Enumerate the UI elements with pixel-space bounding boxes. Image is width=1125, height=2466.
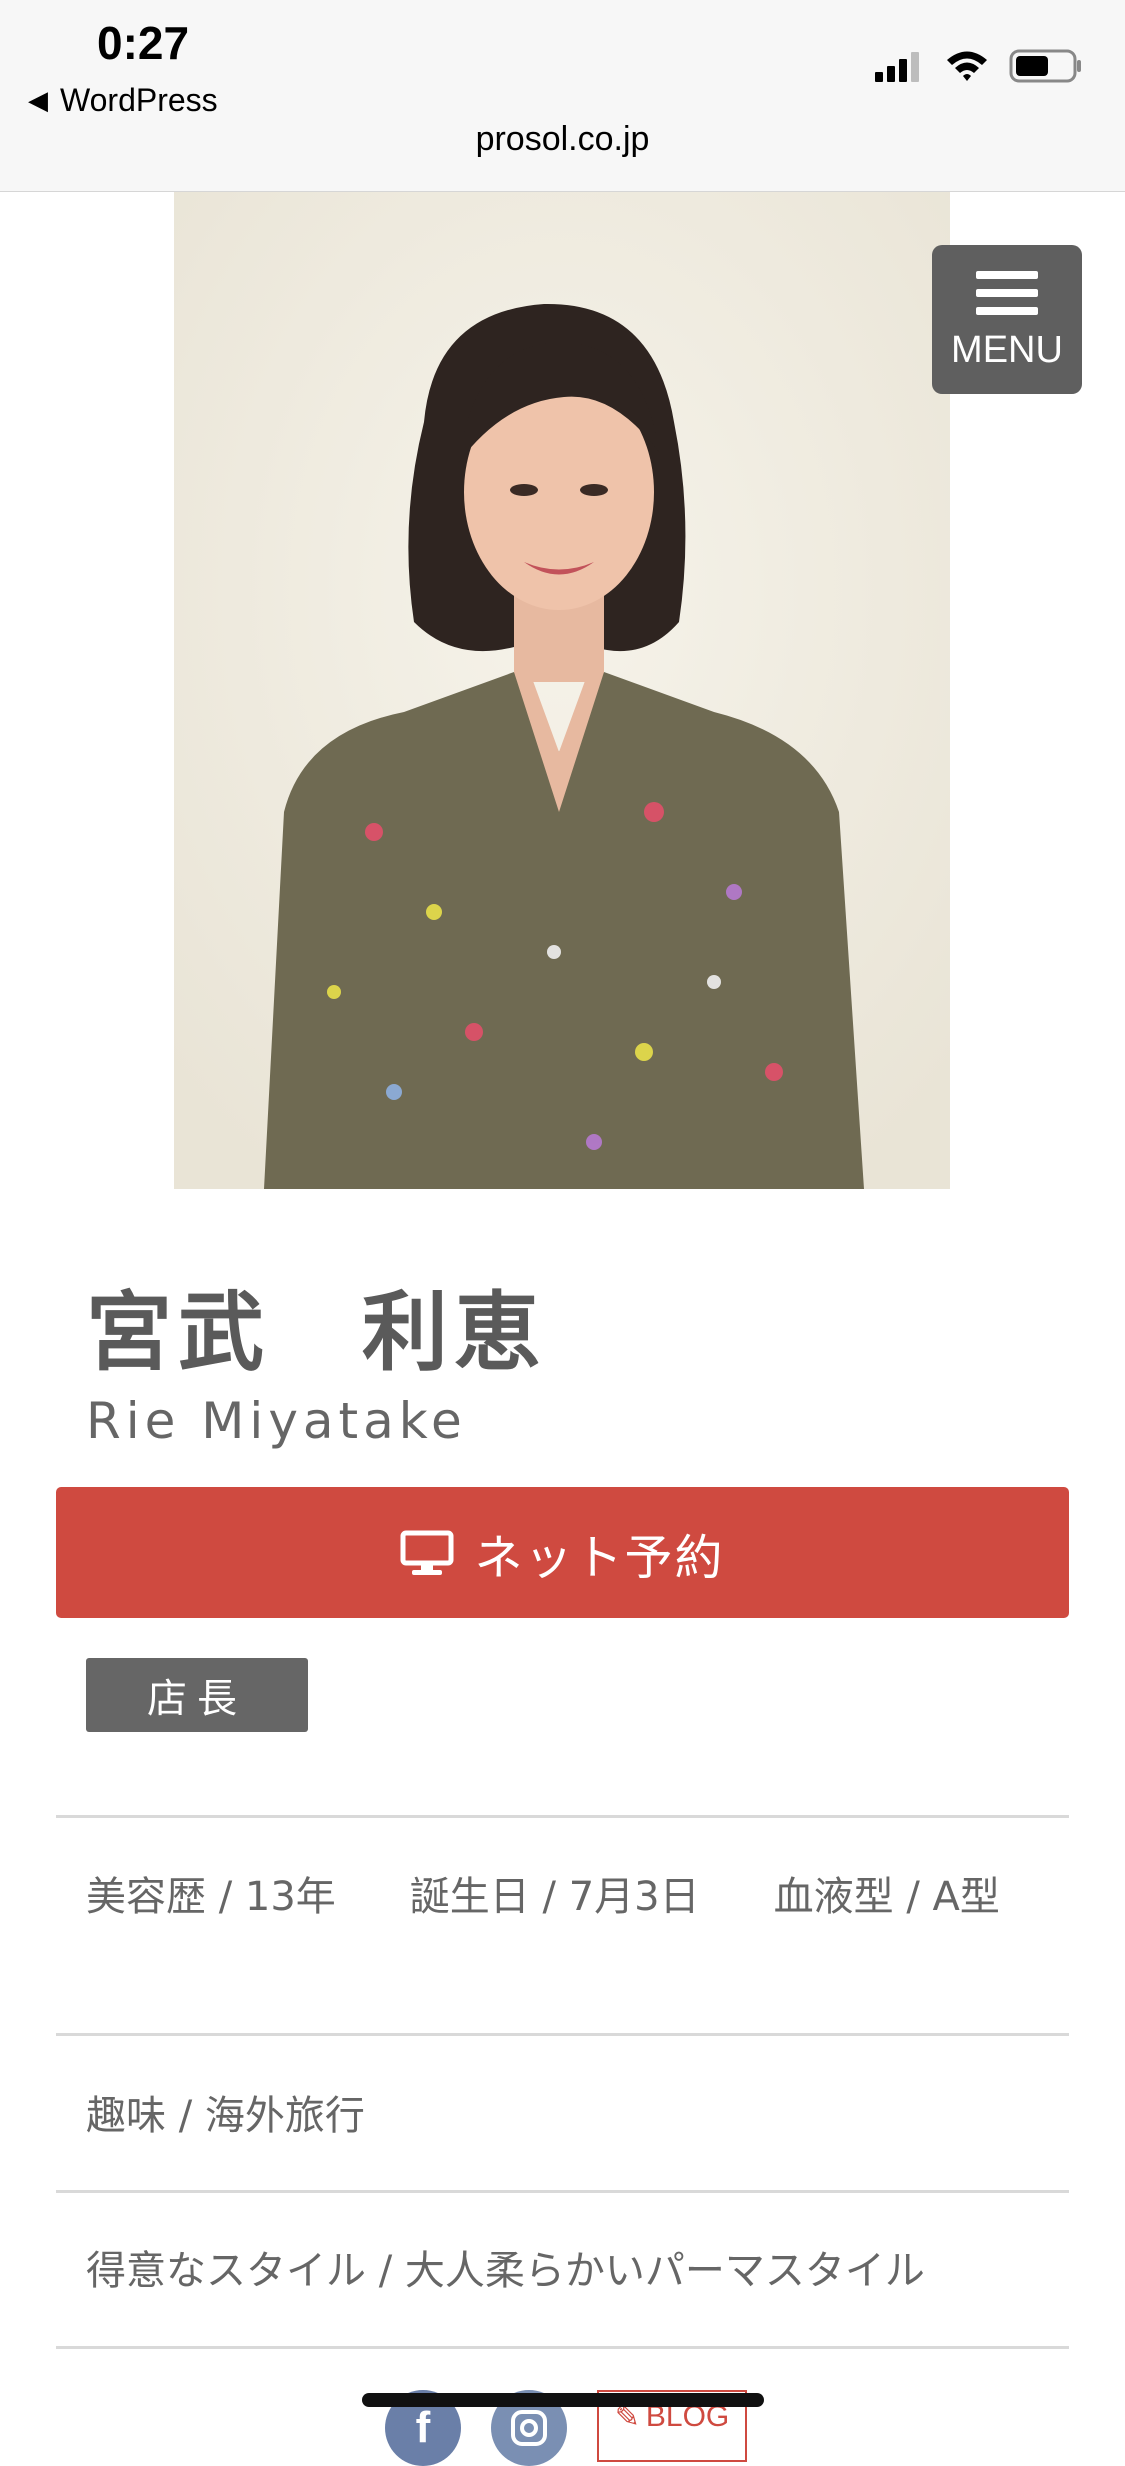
divider xyxy=(56,2033,1069,2036)
status-time: 0:27 xyxy=(97,17,190,69)
status-icons xyxy=(875,48,1083,84)
online-reservation-button[interactable]: ネット予約 xyxy=(56,1487,1069,1618)
back-app-label: WordPress xyxy=(60,82,218,118)
address-bar-url[interactable]: prosol.co.jp xyxy=(0,120,1125,159)
career-years: 美容歴 / 13年 xyxy=(86,1874,336,1920)
staff-photo xyxy=(174,192,950,1189)
back-to-app-link[interactable]: ◀ WordPress xyxy=(28,82,218,119)
profile-details: 美容歴 / 13年 誕生日 / 7月3日 血液型 / A型 xyxy=(86,1866,1066,1928)
position-badge: 店長 xyxy=(86,1658,308,1732)
blood-type: 血液型 / A型 xyxy=(773,1874,1000,1920)
divider xyxy=(56,2190,1069,2193)
staff-name-english: Rie Miyatake xyxy=(86,1392,467,1450)
hobby: 趣味 / 海外旅行 xyxy=(86,2093,365,2139)
battery-icon xyxy=(1009,49,1081,83)
divider xyxy=(56,1815,1069,1818)
menu-label: MENU xyxy=(951,329,1063,371)
monitor-icon xyxy=(400,1530,454,1575)
reservation-label: ネット予約 xyxy=(474,1529,725,1586)
divider xyxy=(56,2346,1069,2349)
staff-name-japanese: 宮武 利恵 xyxy=(86,1283,546,1383)
back-triangle-icon: ◀ xyxy=(28,85,48,115)
specialty-style: 得意なスタイル / 大人柔らかいパーマスタイル xyxy=(86,2248,925,2294)
wifi-icon xyxy=(947,51,987,81)
signal-icon xyxy=(875,52,919,82)
birthday: 誕生日 / 7月3日 xyxy=(409,1874,700,1920)
instagram-glyph-icon xyxy=(511,2410,547,2446)
staff-portrait-image xyxy=(174,192,950,1189)
hamburger-icon xyxy=(976,271,1038,315)
browser-header: 0:27 ◀ WordPress prosol.co.jp xyxy=(0,0,1125,192)
home-indicator[interactable] xyxy=(362,2393,764,2407)
menu-button[interactable]: MENU xyxy=(932,245,1082,394)
